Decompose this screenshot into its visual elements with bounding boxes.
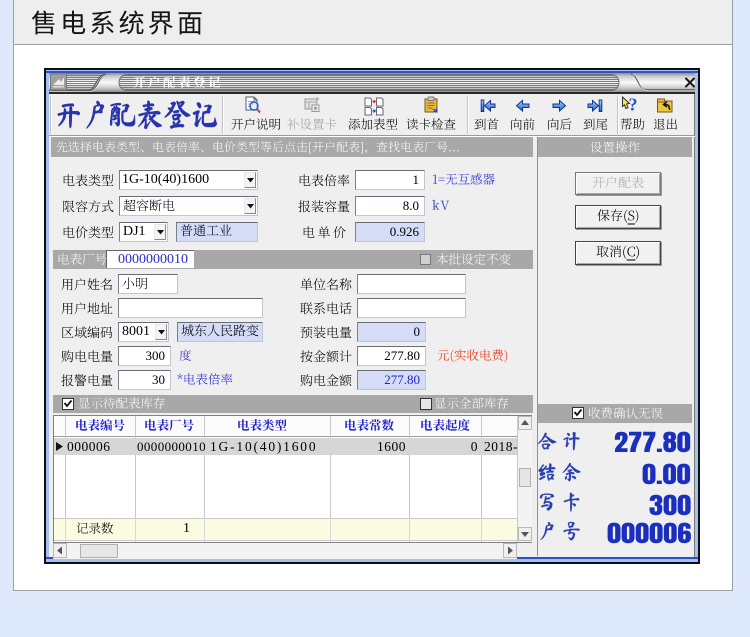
svg-text:?: ?	[629, 95, 638, 115]
